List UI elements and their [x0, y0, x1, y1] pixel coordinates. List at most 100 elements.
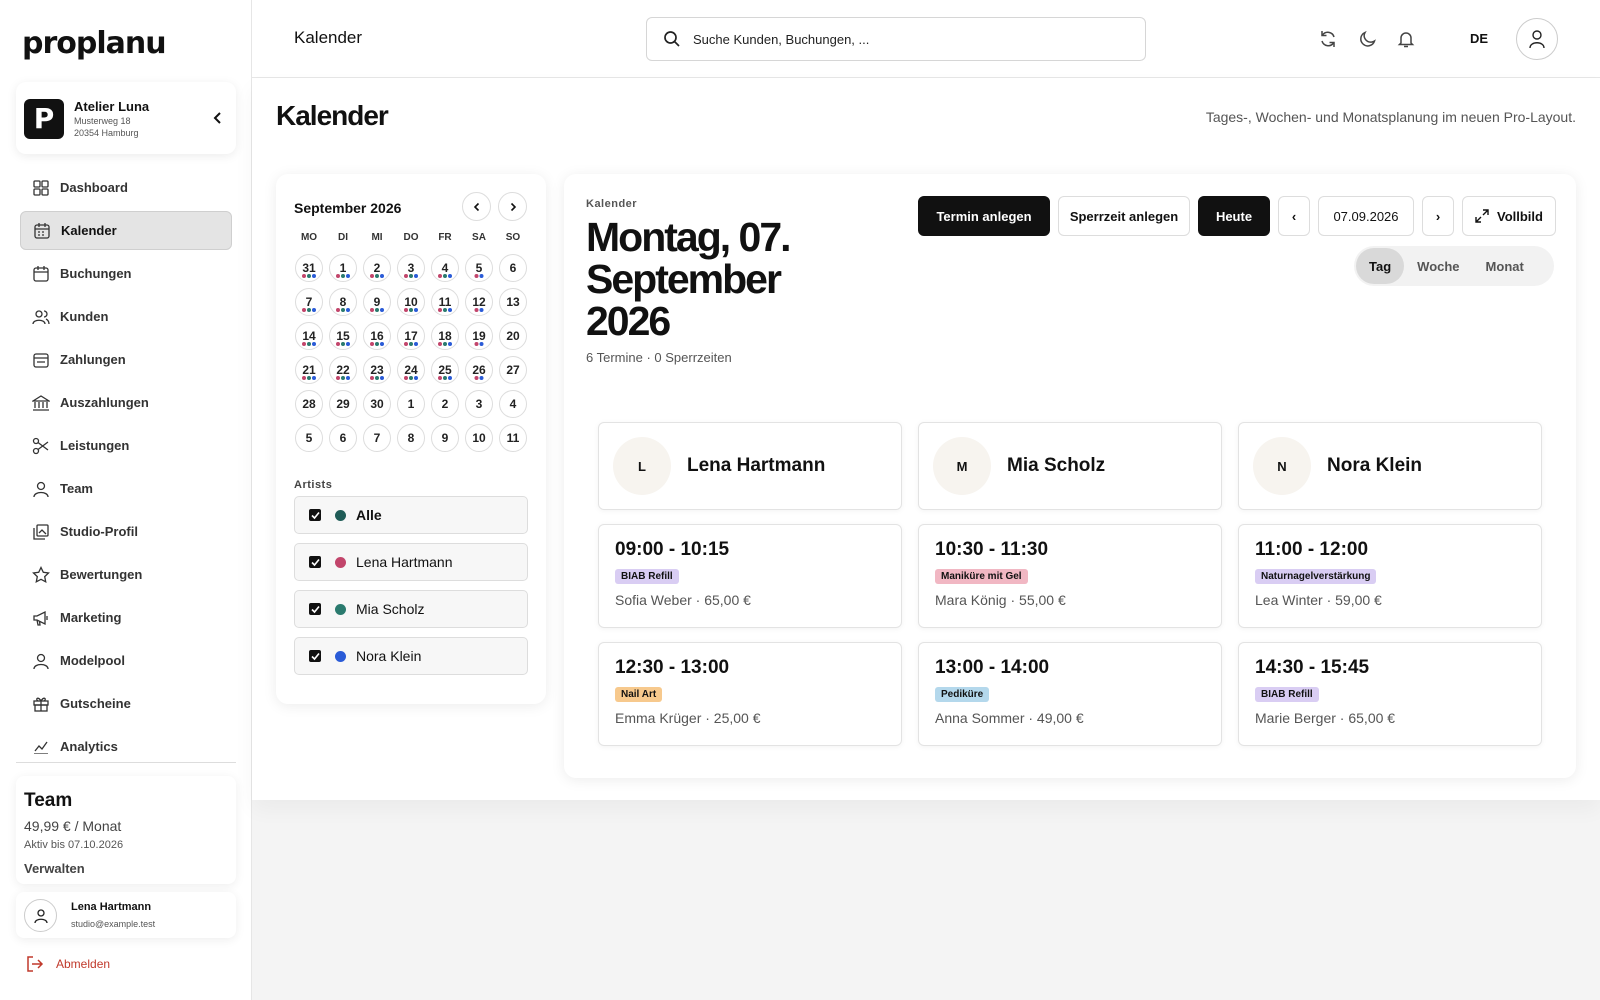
calendar-day[interactable]: 31	[295, 254, 323, 282]
appointment-dots	[474, 376, 484, 380]
calendar-day[interactable]: 4	[431, 254, 459, 282]
block-time-button[interactable]: Sperrzeit anlegen	[1058, 196, 1190, 236]
sidebar-item-analytics[interactable]: Analytics	[20, 727, 232, 754]
sidebar-item-buchungen[interactable]: Buchungen	[20, 254, 232, 293]
calendar-day[interactable]: 20	[499, 322, 527, 350]
chevron-left-icon[interactable]	[210, 110, 226, 126]
moon-icon[interactable]	[1358, 29, 1378, 49]
calendar-day[interactable]: 5	[295, 424, 323, 452]
search-input[interactable]	[693, 31, 1113, 47]
sidebar-item-dashboard[interactable]: Dashboard	[20, 168, 232, 207]
user-card[interactable]: Lena Hartmann studio@example.test	[16, 892, 236, 938]
calendar-day[interactable]: 11	[499, 424, 527, 452]
calendar-day[interactable]: 25	[431, 356, 459, 384]
calendar-day[interactable]: 9	[431, 424, 459, 452]
calendar-day[interactable]: 2	[363, 254, 391, 282]
artist-filter-lena-hartmann[interactable]: Lena Hartmann	[294, 543, 528, 581]
sidebar-item-marketing[interactable]: Marketing	[20, 598, 232, 637]
calendar-day[interactable]: 1	[329, 254, 357, 282]
calendar-day[interactable]: 10	[397, 288, 425, 316]
calendar-day[interactable]: 13	[499, 288, 527, 316]
sidebar-item-gutscheine[interactable]: Gutscheine	[20, 684, 232, 723]
bell-icon[interactable]	[1396, 29, 1416, 49]
checkbox-checked-icon[interactable]	[309, 650, 321, 662]
fullscreen-button[interactable]: Vollbild	[1462, 196, 1556, 236]
calendar-day[interactable]: 12	[465, 288, 493, 316]
calendar-day[interactable]: 26	[465, 356, 493, 384]
artist-filter-label: Mia Scholz	[356, 601, 425, 617]
logout-button[interactable]: Abmelden	[26, 956, 110, 972]
calendar-day[interactable]: 7	[363, 424, 391, 452]
checkbox-checked-icon[interactable]	[309, 509, 321, 521]
calendar-day[interactable]: 19	[465, 322, 493, 350]
sidebar-item-bewertungen[interactable]: Bewertungen	[20, 555, 232, 594]
profile-avatar[interactable]	[1516, 18, 1558, 60]
search-box[interactable]	[646, 17, 1146, 61]
studio-switcher[interactable]: P Atelier Luna Musterweg 18 20354 Hambur…	[16, 82, 236, 154]
sidebar-item-kalender[interactable]: Kalender	[20, 211, 232, 250]
prev-month-button[interactable]	[462, 192, 491, 221]
new-appointment-button[interactable]: Termin anlegen	[918, 196, 1050, 236]
checkbox-checked-icon[interactable]	[309, 556, 321, 568]
appointment-dot	[438, 376, 442, 380]
appointment-card[interactable]: 10:30 - 11:30 Maniküre mit Gel Mara König …	[918, 524, 1222, 628]
calendar-day[interactable]: 6	[499, 254, 527, 282]
language-switch[interactable]: DE	[1470, 31, 1488, 46]
calendar-day[interactable]: 3	[465, 390, 493, 418]
artist-filter-mia-scholz[interactable]: Mia Scholz	[294, 590, 528, 628]
calendar-day[interactable]: 16	[363, 322, 391, 350]
appointment-card[interactable]: 11:00 - 12:00 Naturnagelverstärkung Lea Wi…	[1238, 524, 1542, 628]
calendar-day[interactable]: 28	[295, 390, 323, 418]
brand-logo[interactable]: proplanu	[22, 26, 167, 61]
calendar-day[interactable]: 1	[397, 390, 425, 418]
calendar-day[interactable]: 15	[329, 322, 357, 350]
calendar-day[interactable]: 24	[397, 356, 425, 384]
calendar-day[interactable]: 2	[431, 390, 459, 418]
appointment-card[interactable]: 09:00 - 10:15 BIAB Refill Sofia Weber · 65…	[598, 524, 902, 628]
calendar-day[interactable]: 8	[329, 288, 357, 316]
today-button[interactable]: Heute	[1198, 196, 1270, 236]
calendar-day[interactable]: 29	[329, 390, 357, 418]
sidebar-item-team[interactable]: Team	[20, 469, 232, 508]
next-day-button[interactable]: ›	[1422, 196, 1454, 236]
artist-filter-nora-klein[interactable]: Nora Klein	[294, 637, 528, 675]
sidebar-item-leistungen[interactable]: Leistungen	[20, 426, 232, 465]
calendar-day[interactable]: 8	[397, 424, 425, 452]
calendar-day[interactable]: 9	[363, 288, 391, 316]
calendar-day[interactable]: 6	[329, 424, 357, 452]
appointment-card[interactable]: 14:30 - 15:45 BIAB Refill Marie Berger · 6…	[1238, 642, 1542, 746]
calendar-day[interactable]: 10	[465, 424, 493, 452]
checkbox-checked-icon[interactable]	[309, 603, 321, 615]
calendar-day[interactable]: 18	[431, 322, 459, 350]
calendar-day[interactable]: 22	[329, 356, 357, 384]
calendar-day[interactable]: 23	[363, 356, 391, 384]
prev-day-button[interactable]: ‹	[1278, 196, 1310, 236]
view-tab-tag[interactable]: Tag	[1356, 248, 1405, 284]
plan-manage-link[interactable]: Verwalten	[24, 861, 228, 876]
top-bar: Kalender DE	[252, 0, 1600, 78]
calendar-day[interactable]: 27	[499, 356, 527, 384]
calendar-day[interactable]: 5	[465, 254, 493, 282]
sidebar-item-auszahlungen[interactable]: Auszahlungen	[20, 383, 232, 422]
calendar-day[interactable]: 30	[363, 390, 391, 418]
artist-filter-alle[interactable]: Alle	[294, 496, 528, 534]
sidebar-item-modelpool[interactable]: Modelpool	[20, 641, 232, 680]
calendar-day[interactable]: 4	[499, 390, 527, 418]
sidebar-item-kunden[interactable]: Kunden	[20, 297, 232, 336]
calendar-day[interactable]: 17	[397, 322, 425, 350]
calendar-day[interactable]: 7	[295, 288, 323, 316]
view-tab-monat[interactable]: Monat	[1473, 248, 1537, 284]
date-picker-button[interactable]: 07.09.2026	[1318, 196, 1414, 236]
appointment-card[interactable]: 13:00 - 14:00 Pediküre Anna Sommer · 49,00…	[918, 642, 1222, 746]
sidebar-item-zahlungen[interactable]: Zahlungen	[20, 340, 232, 379]
calendar-day[interactable]: 11	[431, 288, 459, 316]
next-month-button[interactable]	[498, 192, 527, 221]
appointment-dot	[302, 274, 306, 278]
sidebar-item-studio-profil[interactable]: Studio-Profil	[20, 512, 232, 551]
calendar-day[interactable]: 21	[295, 356, 323, 384]
appointment-card[interactable]: 12:30 - 13:00 Nail Art Emma Krüger · 25,00…	[598, 642, 902, 746]
calendar-day[interactable]: 14	[295, 322, 323, 350]
calendar-day[interactable]: 3	[397, 254, 425, 282]
view-tab-woche[interactable]: Woche	[1404, 248, 1472, 284]
refresh-icon[interactable]	[1318, 29, 1338, 49]
